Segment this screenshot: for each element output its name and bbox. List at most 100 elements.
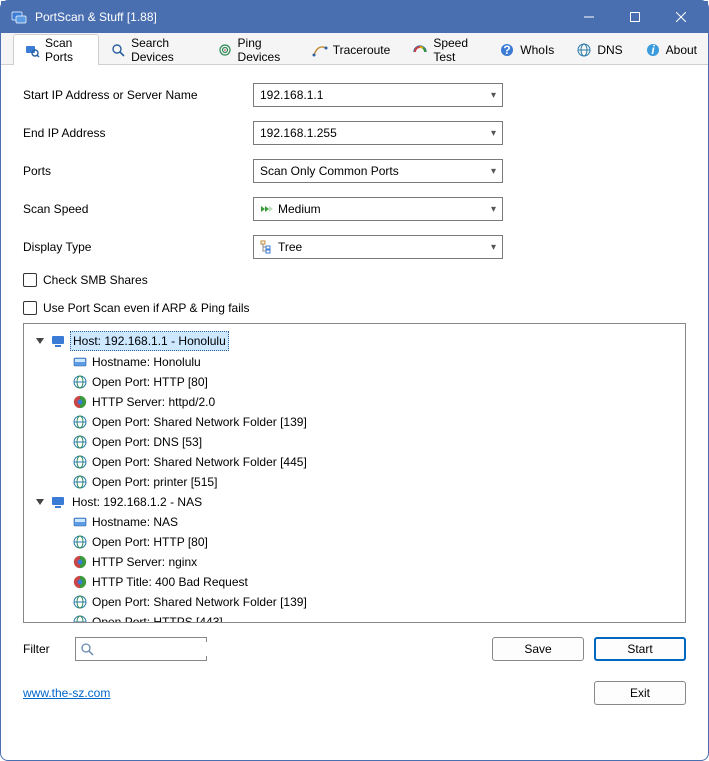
expander-icon[interactable]	[34, 496, 46, 508]
tab-about[interactable]: i About	[634, 34, 708, 65]
host-node[interactable]: Host: 192.168.1.2 - NAS	[28, 492, 681, 512]
display-value: Tree	[278, 240, 491, 254]
window-title: PortScan & Stuff [1.88]	[35, 10, 566, 24]
port-icon	[72, 614, 88, 623]
titlebar: PortScan & Stuff [1.88]	[1, 1, 708, 33]
tree-item[interactable]: Hostname: NAS	[28, 512, 681, 532]
tree-item-text: HTTP Server: nginx	[92, 553, 197, 571]
chevron-down-icon: ▾	[491, 128, 496, 139]
smb-checkbox[interactable]	[23, 273, 37, 287]
main-content: Start IP Address or Server Name 192.168.…	[1, 65, 708, 671]
tree-item[interactable]: Open Port: HTTP [80]	[28, 532, 681, 552]
port-icon	[72, 474, 88, 490]
tree-item-text: Open Port: Shared Network Folder [139]	[92, 413, 307, 431]
speed-icon	[412, 42, 428, 58]
tree-item-text: Open Port: printer [515]	[92, 473, 217, 491]
chevron-down-icon: ▾	[491, 204, 496, 215]
search-devices-icon	[110, 42, 126, 58]
start-ip-label: Start IP Address or Server Name	[23, 88, 253, 102]
tree-item[interactable]: Open Port: HTTPS [443]	[28, 612, 681, 623]
tab-traceroute[interactable]: Traceroute	[301, 34, 402, 65]
tab-search-devices[interactable]: Search Devices	[99, 34, 205, 65]
traceroute-icon	[312, 42, 328, 58]
tab-label: Traceroute	[333, 43, 391, 57]
host-header: Host: 192.168.1.2 - NAS	[70, 493, 204, 511]
start-ip-input[interactable]: 192.168.1.1 ▾	[253, 83, 503, 107]
save-button[interactable]: Save	[492, 637, 584, 661]
scan-icon	[24, 42, 40, 58]
expander-icon[interactable]	[34, 335, 46, 347]
chevron-down-icon: ▾	[491, 90, 496, 101]
arp-checkbox[interactable]	[23, 301, 37, 315]
tab-ping-devices[interactable]: Ping Devices	[206, 34, 301, 65]
tab-speed-test[interactable]: Speed Test	[401, 34, 488, 65]
tree-item[interactable]: Hostname: Honolulu	[28, 352, 681, 372]
tree-item[interactable]: Open Port: printer [515]	[28, 472, 681, 492]
tab-label: About	[666, 43, 697, 57]
tab-label: Ping Devices	[238, 36, 290, 64]
svg-text:?: ?	[504, 43, 511, 57]
speed-select[interactable]: Medium ▾	[253, 197, 503, 221]
about-icon: i	[645, 42, 661, 58]
host-icon	[50, 333, 66, 349]
footer: www.the-sz.com Exit	[1, 671, 708, 715]
tab-label: Scan Ports	[45, 36, 88, 64]
close-button[interactable]	[658, 2, 704, 32]
start-ip-value: 192.168.1.1	[260, 88, 491, 102]
tree-item[interactable]: HTTP Title: 400 Bad Request	[28, 572, 681, 592]
tab-label: DNS	[597, 43, 622, 57]
http-server-icon	[72, 574, 88, 590]
ping-icon	[217, 42, 233, 58]
tree-item[interactable]: HTTP Server: nginx	[28, 552, 681, 572]
tree-item[interactable]: Open Port: HTTP [80]	[28, 372, 681, 392]
hostname-icon	[72, 514, 88, 530]
display-select[interactable]: Tree ▾	[253, 235, 503, 259]
tree-item[interactable]: Open Port: DNS [53]	[28, 432, 681, 452]
whois-icon: ?	[499, 42, 515, 58]
search-icon	[80, 642, 94, 656]
tree-item-text: Open Port: HTTP [80]	[92, 533, 208, 551]
port-icon	[72, 594, 88, 610]
app-icon	[11, 9, 27, 25]
end-ip-input[interactable]: 192.168.1.255 ▾	[253, 121, 503, 145]
chevron-down-icon: ▾	[491, 166, 496, 177]
arp-checkbox-label: Use Port Scan even if ARP & Ping fails	[43, 301, 250, 315]
port-icon	[72, 454, 88, 470]
http-server-icon	[72, 554, 88, 570]
filter-text-input[interactable]	[98, 642, 253, 656]
tree-item[interactable]: Open Port: Shared Network Folder [445]	[28, 452, 681, 472]
tab-dns[interactable]: DNS	[565, 34, 633, 65]
port-icon	[72, 534, 88, 550]
speed-medium-icon	[260, 202, 274, 216]
exit-button[interactable]: Exit	[594, 681, 686, 705]
tab-label: Speed Test	[433, 36, 477, 64]
port-icon	[72, 374, 88, 390]
tree-item[interactable]: HTTP Server: httpd/2.0	[28, 392, 681, 412]
results-tree[interactable]: Host: 192.168.1.1 - Honolulu Hostname: H…	[23, 323, 686, 623]
tab-whois[interactable]: ? WhoIs	[488, 34, 565, 65]
tree-item-text: Open Port: HTTP [80]	[92, 373, 208, 391]
tree-item[interactable]: Open Port: Shared Network Folder [139]	[28, 592, 681, 612]
port-icon	[72, 434, 88, 450]
tree-icon	[260, 240, 274, 254]
footer-link[interactable]: www.the-sz.com	[23, 686, 110, 700]
tree-item-text: Hostname: Honolulu	[92, 353, 201, 371]
tree-item-text: Open Port: Shared Network Folder [139]	[92, 593, 307, 611]
host-node[interactable]: Host: 192.168.1.1 - Honolulu	[28, 330, 681, 352]
tab-label: WhoIs	[520, 43, 554, 57]
chevron-down-icon: ▾	[491, 242, 496, 253]
tab-scan-ports[interactable]: Scan Ports	[13, 34, 99, 65]
dns-icon	[576, 42, 592, 58]
tree-item[interactable]: Open Port: Shared Network Folder [139]	[28, 412, 681, 432]
tab-bar: Scan Ports Search Devices Ping Devices T…	[1, 33, 708, 65]
display-label: Display Type	[23, 240, 253, 254]
host-header: Host: 192.168.1.1 - Honolulu	[70, 331, 229, 351]
filter-input[interactable]	[75, 637, 207, 661]
maximize-button[interactable]	[612, 2, 658, 32]
tree-item-text: Open Port: HTTPS [443]	[92, 613, 223, 623]
start-button[interactable]: Start	[594, 637, 686, 661]
hostname-icon	[72, 354, 88, 370]
ports-select[interactable]: Scan Only Common Ports ▾	[253, 159, 503, 183]
minimize-button[interactable]	[566, 2, 612, 32]
tab-label: Search Devices	[131, 36, 194, 64]
